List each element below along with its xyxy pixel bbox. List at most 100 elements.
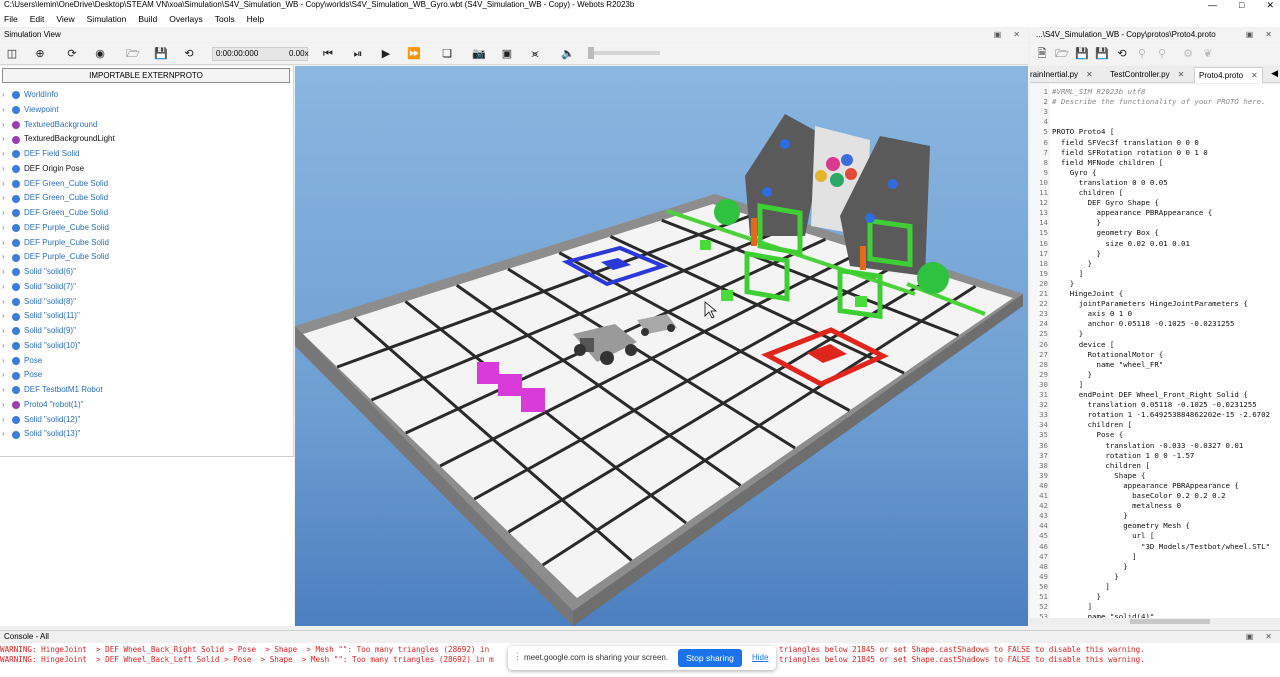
close-tab-icon[interactable]: ✕: [1251, 71, 1258, 80]
expand-chevron-icon[interactable]: ›: [2, 236, 12, 251]
clean-icon[interactable]: ❦: [1200, 46, 1216, 62]
3d-scene[interactable]: [295, 66, 1028, 626]
expand-chevron-icon[interactable]: ›: [2, 88, 12, 103]
save-file-icon[interactable]: 💾: [1074, 46, 1090, 62]
expand-chevron-icon[interactable]: ›: [2, 162, 12, 177]
rendering-toggle-icon[interactable]: ❏: [439, 46, 455, 62]
close-console-icon[interactable]: ✕: [1265, 631, 1272, 643]
share-icon[interactable]: ⪤: [527, 46, 543, 62]
menu-tools[interactable]: Tools: [215, 11, 235, 27]
code-editor[interactable]: 1 #VRML_SIM R2023b utf8 2 # Describe the fu…: [1030, 84, 1280, 624]
expand-chevron-icon[interactable]: ›: [2, 147, 12, 162]
scene-tree-item[interactable]: › DEF Field Solid: [2, 147, 80, 162]
expand-chevron-icon[interactable]: ›: [2, 250, 12, 265]
menu-help[interactable]: Help: [247, 11, 264, 27]
expand-chevron-icon[interactable]: ›: [2, 191, 12, 206]
tab-testcontroller[interactable]: TestController.py ✕: [1106, 67, 1188, 83]
expand-chevron-icon[interactable]: ›: [2, 132, 12, 147]
scene-tree-item[interactable]: › DEF TestbotM1 Robot: [2, 383, 103, 398]
step-icon[interactable]: ⏯: [350, 46, 366, 62]
expand-chevron-icon[interactable]: ›: [2, 413, 12, 428]
eye-icon[interactable]: ◉: [92, 46, 108, 62]
scrollbar-thumb[interactable]: [1130, 619, 1210, 624]
volume-slider[interactable]: [588, 47, 660, 59]
record-movie-icon[interactable]: ▣: [499, 46, 515, 62]
expand-chevron-icon[interactable]: ›: [2, 295, 12, 310]
find-icon[interactable]: ⚲: [1134, 46, 1150, 62]
revert-icon[interactable]: ⟲: [1114, 46, 1130, 62]
3d-view[interactable]: [295, 66, 1028, 626]
scene-tree-item[interactable]: › Solid "solid(12)": [2, 413, 80, 428]
save-world-icon[interactable]: 💾: [153, 46, 169, 62]
expand-chevron-icon[interactable]: ›: [2, 103, 12, 118]
float-console-icon[interactable]: ▣: [1246, 631, 1254, 643]
scene-tree-item[interactable]: › Solid "solid(8)": [2, 295, 76, 310]
expand-chevron-icon[interactable]: ›: [2, 339, 12, 354]
scene-tree-item[interactable]: › Proto4 "robot(1)": [2, 398, 83, 413]
scene-tree-item[interactable]: › DEF Origin Pose: [2, 162, 84, 177]
scene-tree-item[interactable]: › Pose: [2, 368, 42, 383]
scene-tree-item[interactable]: › DEF Purple_Cube Solid: [2, 236, 109, 251]
scene-tree-item[interactable]: › Solid "solid(11)": [2, 309, 80, 324]
importable-externproto-button[interactable]: IMPORTABLE EXTERNPROTO: [2, 68, 290, 83]
expand-chevron-icon[interactable]: ›: [2, 280, 12, 295]
menu-file[interactable]: File: [4, 11, 18, 27]
scene-tree-item[interactable]: › Solid "solid(9)": [2, 324, 76, 339]
find-replace-icon[interactable]: ⚲: [1154, 46, 1170, 62]
close-panel-icon[interactable]: ✕: [1013, 28, 1020, 42]
new-file-icon[interactable]: 🗎: [1034, 46, 1050, 62]
expand-chevron-icon[interactable]: ›: [2, 398, 12, 413]
scene-tree-item[interactable]: › TexturedBackground: [2, 118, 97, 133]
scene-tree-item[interactable]: › Solid "solid(13)": [2, 427, 80, 442]
drag-handle-icon[interactable]: ⋮: [513, 651, 522, 662]
toggle-scene-tree-icon[interactable]: ◫: [4, 46, 20, 62]
expand-chevron-icon[interactable]: ›: [2, 324, 12, 339]
scene-tree-item[interactable]: › WorldInfo: [2, 88, 58, 103]
fast-forward-icon[interactable]: ⏩: [406, 46, 422, 62]
build-gear-icon[interactable]: ⚙: [1180, 46, 1196, 62]
camera-icon[interactable]: 📷: [471, 46, 487, 62]
tab-proto4[interactable]: Proto4.proto ✕: [1194, 67, 1263, 83]
maximize-icon[interactable]: □: [1239, 0, 1244, 10]
scene-tree-item[interactable]: › DEF Green_Cube Solid: [2, 206, 108, 221]
menu-simulation[interactable]: Simulation: [87, 11, 127, 27]
expand-chevron-icon[interactable]: ›: [2, 221, 12, 236]
scene-tree-item[interactable]: › Viewpoint: [2, 103, 59, 118]
expand-chevron-icon[interactable]: ›: [2, 177, 12, 192]
open-file-icon[interactable]: 🗁: [1054, 46, 1070, 62]
menu-build[interactable]: Build: [138, 11, 157, 27]
scene-tree-item[interactable]: › DEF Purple_Cube Solid: [2, 250, 109, 265]
scene-tree-item[interactable]: › Solid "solid(7)": [2, 280, 76, 295]
close-tab-icon[interactable]: ✕: [1178, 70, 1185, 79]
close-tab-icon[interactable]: ✕: [1086, 70, 1093, 79]
expand-chevron-icon[interactable]: ›: [2, 265, 12, 280]
expand-chevron-icon[interactable]: ›: [2, 427, 12, 442]
menu-edit[interactable]: Edit: [30, 11, 45, 27]
expand-chevron-icon[interactable]: ›: [2, 206, 12, 221]
editor-horizontal-scrollbar[interactable]: [1030, 618, 1280, 625]
scene-tree-item[interactable]: › DEF Green_Cube Solid: [2, 177, 108, 192]
scene-tree-item[interactable]: › DEF Green_Cube Solid: [2, 191, 108, 206]
open-world-icon[interactable]: 🗁: [125, 46, 141, 62]
reload-world-icon[interactable]: ⟲: [181, 46, 197, 62]
minimize-icon[interactable]: —: [1208, 0, 1217, 10]
close-icon[interactable]: ✕: [1266, 0, 1274, 10]
menu-view[interactable]: View: [56, 11, 74, 27]
tab-rainInertial[interactable]: rainInertial.py ✕: [1026, 67, 1097, 83]
float-editor-icon[interactable]: ▣: [1246, 28, 1254, 42]
float-panel-icon[interactable]: ▣: [994, 28, 1002, 42]
play-icon[interactable]: ▶: [378, 46, 394, 62]
save-all-icon[interactable]: 💾: [1094, 46, 1110, 62]
volume-icon[interactable]: 🔈: [560, 46, 576, 62]
scene-tree-item[interactable]: › TexturedBackgroundLight: [2, 132, 115, 147]
scene-tree-item[interactable]: › DEF Purple_Cube Solid: [2, 221, 109, 236]
tab-scroll-left-icon[interactable]: ◀: [1271, 68, 1278, 79]
hide-link[interactable]: Hide: [752, 653, 768, 662]
expand-chevron-icon[interactable]: ›: [2, 368, 12, 383]
volume-slider-knob[interactable]: [588, 47, 594, 59]
expand-chevron-icon[interactable]: ›: [2, 309, 12, 324]
scene-tree-item[interactable]: › Solid "solid(6)": [2, 265, 76, 280]
stop-sharing-button[interactable]: Stop sharing: [678, 649, 742, 667]
close-editor-icon[interactable]: ✕: [1265, 28, 1272, 42]
reset-simulation-icon[interactable]: ⏮: [320, 46, 336, 62]
